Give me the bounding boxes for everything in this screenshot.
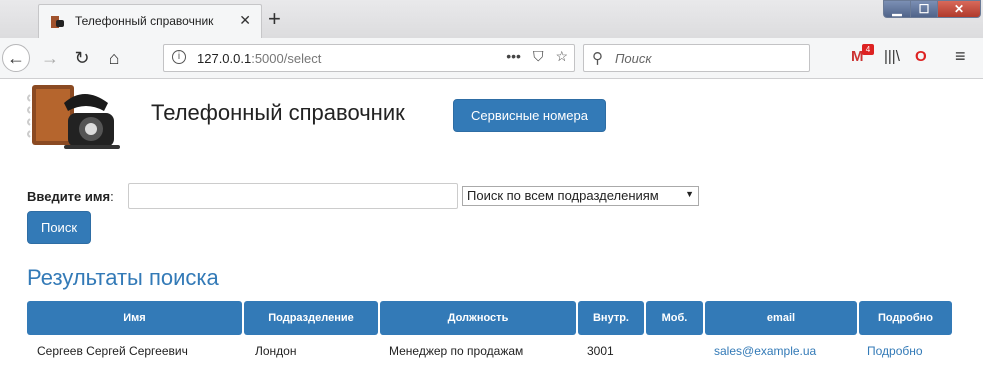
column-header-mobile[interactable]: Моб. bbox=[646, 301, 703, 335]
site-info-icon[interactable]: i bbox=[172, 50, 186, 64]
phonebook-favicon-icon bbox=[51, 16, 64, 28]
back-arrow-icon[interactable]: ← bbox=[2, 44, 30, 72]
results-table: Имя Подразделение Должность Внутр. Моб. … bbox=[27, 301, 952, 365]
pocket-icon[interactable]: ⛉ bbox=[533, 48, 544, 65]
phonebook-logo bbox=[27, 85, 120, 149]
home-icon[interactable]: ⌂ bbox=[100, 44, 128, 72]
details-link[interactable]: Подробно bbox=[867, 344, 923, 358]
department-selected-value: Поиск по всем подразделениям bbox=[467, 188, 659, 203]
table-row: Сергеев Сергей Сергеевич Лондон Менеджер… bbox=[27, 335, 952, 365]
table-header: Имя Подразделение Должность Внутр. Моб. … bbox=[27, 301, 952, 335]
column-header-department[interactable]: Подразделение bbox=[244, 301, 378, 335]
opera-icon[interactable]: O bbox=[915, 48, 927, 65]
name-label: Введите имя: bbox=[27, 189, 114, 204]
page-actions-icon[interactable]: ••• bbox=[506, 48, 521, 65]
cell-position: Менеджер по продажам bbox=[389, 344, 524, 358]
cell-name: Сергеев Сергей Сергеевич bbox=[37, 344, 188, 358]
window-maximize-button[interactable]: ☐ bbox=[910, 0, 938, 18]
cell-department: Лондон bbox=[255, 344, 297, 358]
bookmark-star-icon[interactable]: ☆ bbox=[555, 48, 568, 65]
search-submit-button[interactable]: Поиск bbox=[27, 211, 91, 244]
window-minimize-button[interactable]: ▁ bbox=[883, 0, 911, 18]
forward-arrow-icon[interactable]: → bbox=[36, 44, 64, 72]
column-header-details[interactable]: Подробно bbox=[859, 301, 952, 335]
browser-tab[interactable]: Телефонный справочник ✕ bbox=[38, 4, 262, 38]
department-select[interactable]: Поиск по всем подразделениям ▼ bbox=[462, 186, 699, 206]
column-header-position[interactable]: Должность bbox=[380, 301, 576, 335]
url-bar[interactable]: i 127.0.0.1:5000/select ••• ⛉ ☆ bbox=[163, 44, 575, 72]
mail-count-badge: 4 bbox=[862, 44, 874, 55]
library-icon[interactable]: |||\ bbox=[884, 48, 900, 65]
url-text[interactable]: 127.0.0.1:5000/select bbox=[197, 51, 321, 66]
column-header-name[interactable]: Имя bbox=[27, 301, 242, 335]
window-close-button[interactable]: ✕ bbox=[937, 0, 981, 18]
cell-ext: 3001 bbox=[587, 344, 614, 358]
dropdown-arrow-icon: ▼ bbox=[685, 189, 694, 199]
new-tab-button[interactable]: + bbox=[268, 6, 281, 32]
hamburger-menu-icon[interactable]: ≡ bbox=[955, 46, 966, 67]
reload-icon[interactable]: ↻ bbox=[68, 44, 96, 72]
tab-title: Телефонный справочник bbox=[75, 14, 214, 28]
browser-search-placeholder: Поиск bbox=[615, 51, 652, 66]
cell-email-link[interactable]: sales@example.ua bbox=[714, 344, 816, 358]
browser-search-box[interactable]: ⚲ Поиск bbox=[583, 44, 810, 72]
browser-navbar: ← → ↻ ⌂ i 127.0.0.1:5000/select ••• ⛉ ☆ … bbox=[0, 38, 983, 79]
name-search-input[interactable] bbox=[128, 183, 458, 209]
tab-close-icon[interactable]: ✕ bbox=[239, 12, 251, 29]
column-header-ext[interactable]: Внутр. bbox=[578, 301, 644, 335]
service-numbers-button[interactable]: Сервисные номера bbox=[453, 99, 606, 132]
column-header-email[interactable]: email bbox=[705, 301, 857, 335]
search-icon: ⚲ bbox=[592, 50, 603, 67]
page-title: Телефонный справочник bbox=[151, 100, 405, 125]
browser-titlebar: Телефонный справочник ✕ + ▁ ☐ ✕ bbox=[0, 0, 983, 38]
page-content: Телефонный справочник Сервисные номера В… bbox=[0, 79, 983, 379]
results-title: Результаты поиска bbox=[27, 265, 219, 290]
